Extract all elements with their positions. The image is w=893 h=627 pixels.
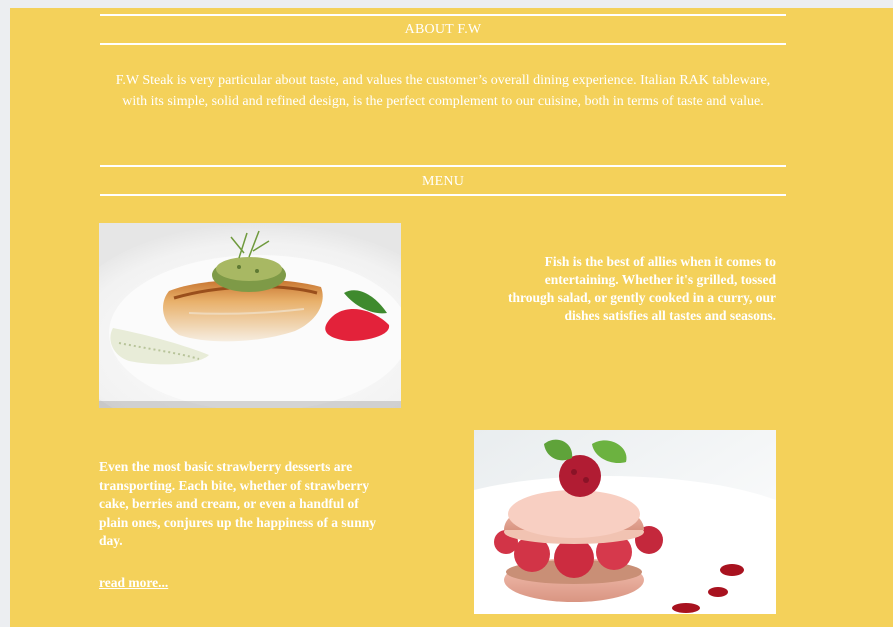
grilled-fish-image: [99, 223, 401, 408]
about-heading: ABOUT F.W: [404, 22, 482, 37]
read-more-link[interactable]: read more...: [99, 575, 168, 591]
fish-caption: Fish is the best of allies when it comes…: [507, 254, 776, 323]
about-text: F.W Steak is very particular about taste…: [115, 73, 771, 109]
strawberry-macaron-illustration: [474, 430, 776, 614]
menu-bottom-rule: [100, 194, 786, 196]
grilled-fish-illustration: [99, 223, 401, 408]
about-top-rule: [100, 14, 786, 16]
dessert-caption: Even the most basic strawberry desserts …: [99, 459, 376, 548]
content-panel: ABOUT F.W F.W Steak is very particular a…: [10, 8, 893, 627]
strawberry-macaron-image: [474, 430, 776, 614]
about-bottom-rule: [100, 43, 786, 45]
menu-heading: MENU: [421, 174, 465, 189]
menu-top-rule: [100, 165, 786, 167]
